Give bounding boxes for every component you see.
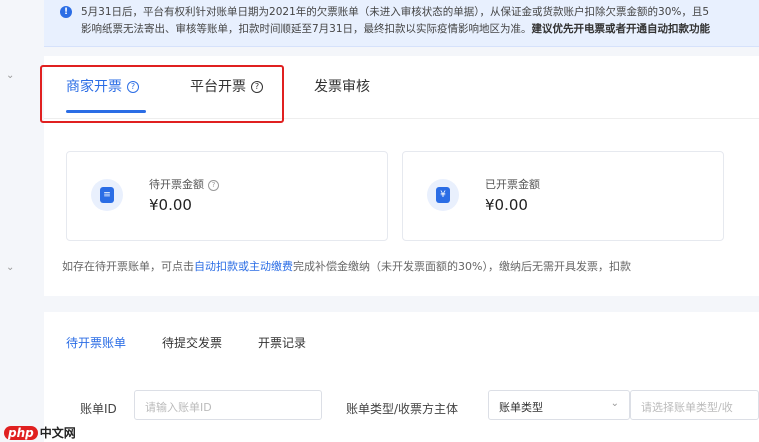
chevron-down-icon: ⌄ bbox=[610, 398, 619, 409]
left-gutter: ⌄ ⌄ bbox=[0, 0, 40, 442]
tab-invoice-review[interactable]: 发票审核 bbox=[314, 76, 370, 96]
stat-value: ¥0.00 bbox=[149, 196, 192, 214]
bill-type-label: 账单类型/收票方主体 bbox=[346, 402, 459, 416]
chevron-down-icon[interactable]: ⌄ bbox=[6, 70, 14, 81]
tab-invoice-records[interactable]: 开票记录 bbox=[258, 334, 306, 351]
help-icon[interactable]: ? bbox=[208, 180, 219, 191]
bill-list-card: 待开票账单 待提交发票 开票记录 账单ID 请输入账单ID 账单类型/收票方主体… bbox=[44, 312, 759, 442]
watermark-logo: php 中文网 bbox=[4, 424, 76, 441]
chevron-down-icon[interactable]: ⌄ bbox=[6, 262, 14, 273]
main-tabs: 商家开票? 平台开票? 发票审核 bbox=[40, 56, 759, 123]
yen-ticket-icon: ¥ bbox=[427, 179, 459, 211]
stat-value: ¥0.00 bbox=[485, 196, 528, 214]
stat-label: 已开票金额 bbox=[485, 178, 540, 191]
invoice-summary-card: 商家开票? 平台开票? 发票审核 ≡ 待开票金额? ¥0.00 ¥ 已开票金额 … bbox=[40, 56, 759, 296]
auto-deduct-link[interactable]: 自动扣款或主动缴费 bbox=[194, 260, 293, 273]
info-icon: ! bbox=[60, 6, 72, 18]
stat-invoiced-amount: ¥ 已开票金额 ¥0.00 bbox=[402, 151, 724, 241]
receiver-entity-input[interactable]: 请选择账单类型/收 bbox=[630, 390, 759, 420]
tab-pending-bills[interactable]: 待开票账单 bbox=[66, 334, 126, 351]
stat-pending-amount: ≡ 待开票金额? ¥0.00 bbox=[66, 151, 388, 241]
stat-label: 待开票金额 bbox=[149, 178, 204, 191]
bill-id-label: 账单ID bbox=[80, 402, 117, 416]
highlight-box bbox=[40, 65, 284, 123]
document-icon: ≡ bbox=[91, 179, 123, 211]
notice-line-1: 5月31日后，平台有权利针对账单日期为2021年的欠票账单（未进入审核状态的单据… bbox=[81, 6, 710, 18]
bill-type-select[interactable]: 账单类型 ⌄ bbox=[488, 390, 630, 420]
payment-hint: 如存在待开票账单，可点击自动扣款或主动缴费完成补偿金缴纳（未开发票面额的30%）… bbox=[62, 260, 631, 273]
notice-line-2: 影响纸票无法寄出、审核等账单，扣款时间顺延至7月31日，最终扣款以实际疫情影响地… bbox=[81, 23, 711, 35]
tab-pending-submit[interactable]: 待提交发票 bbox=[162, 334, 222, 351]
bill-id-input[interactable]: 请输入账单ID bbox=[134, 390, 322, 420]
notice-banner: ! 5月31日后，平台有权利针对账单日期为2021年的欠票账单（未进入审核状态的… bbox=[44, 0, 759, 47]
